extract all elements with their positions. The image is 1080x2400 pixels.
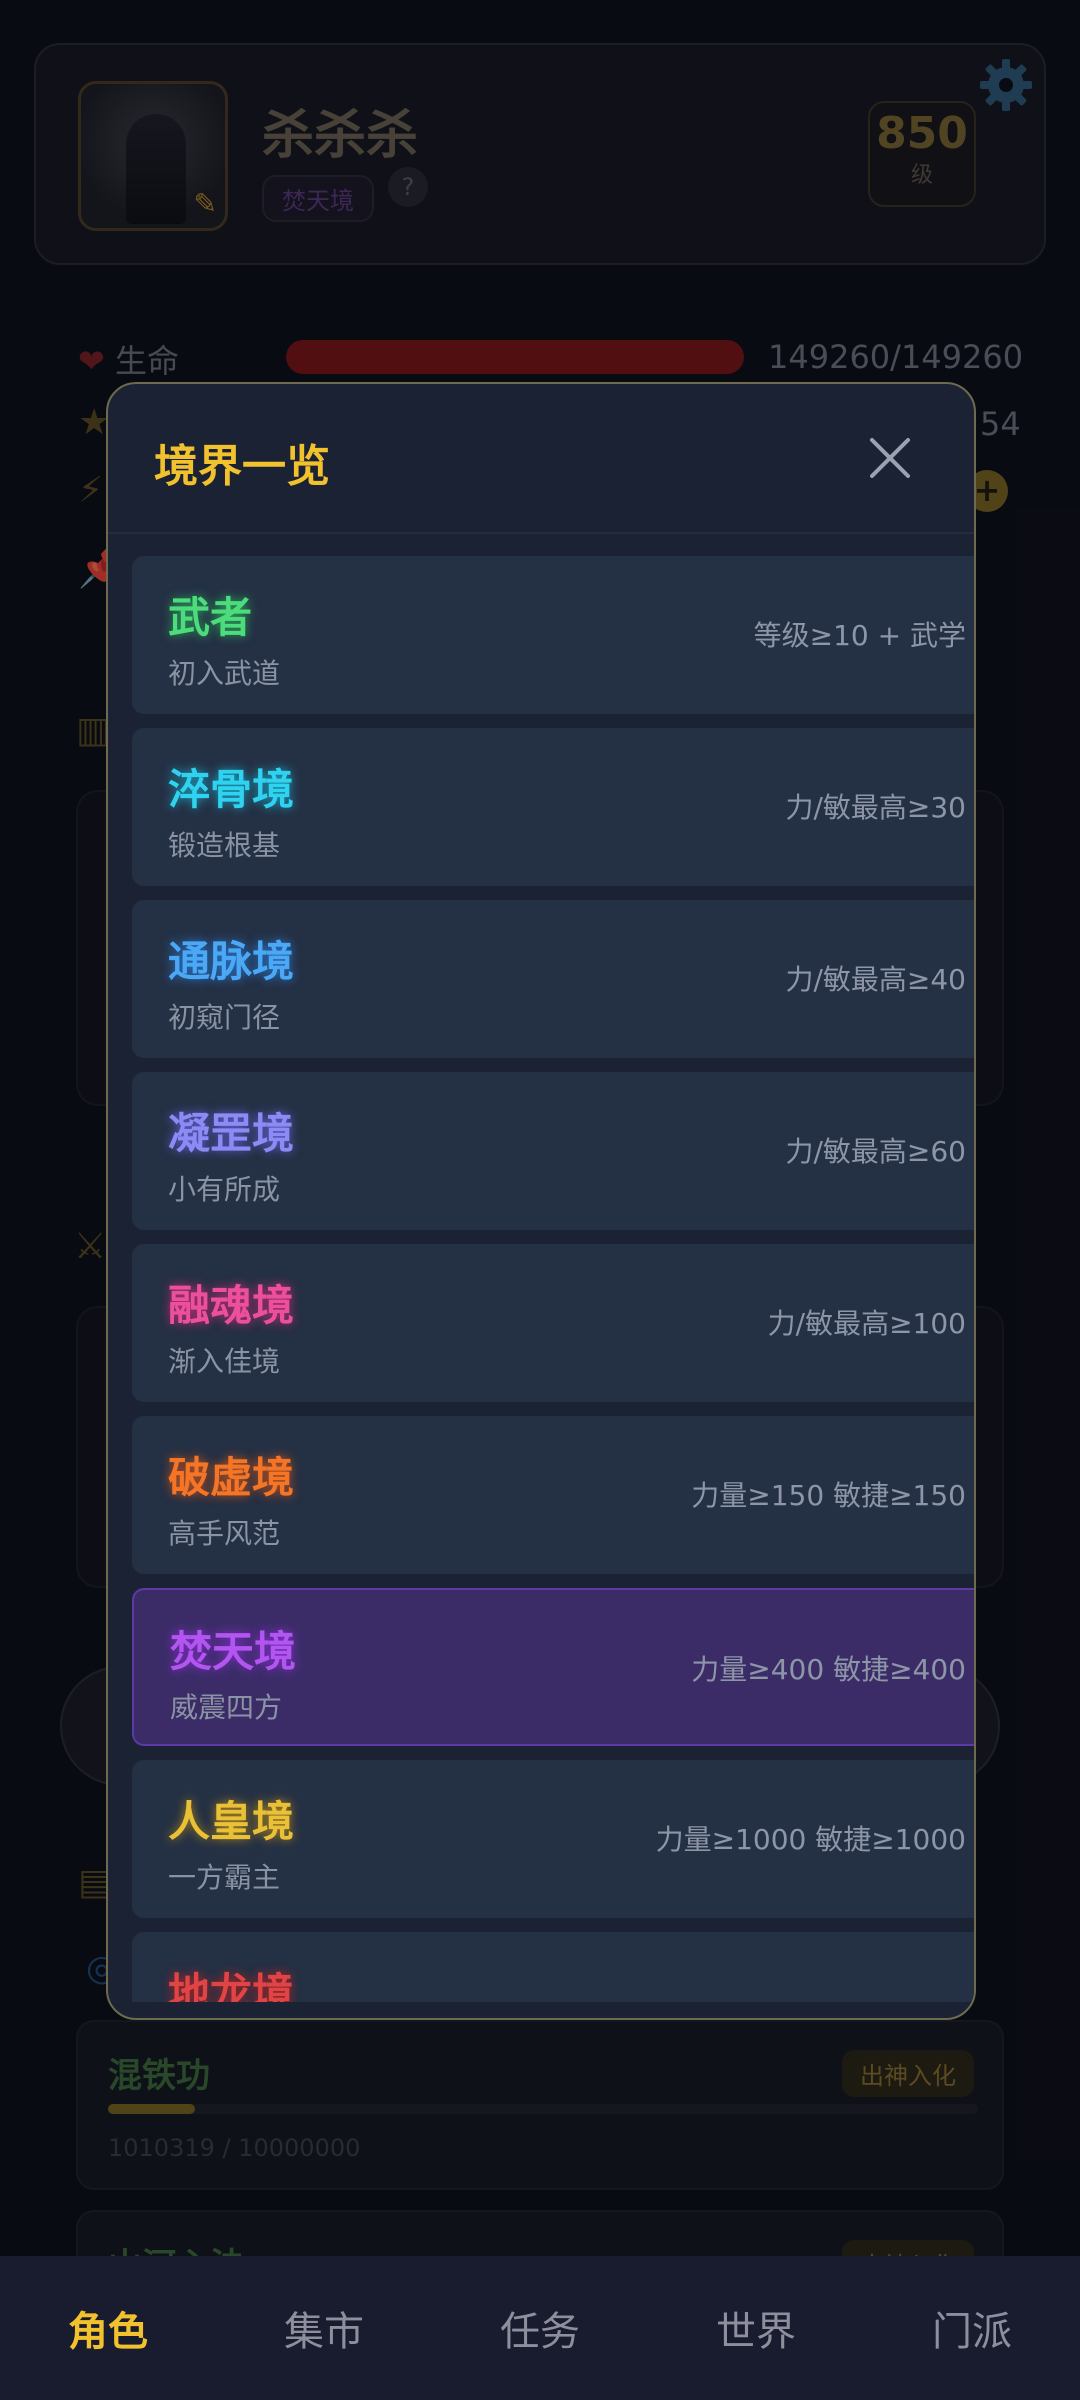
- realm-description: 小有所成: [168, 1173, 281, 1206]
- realm-description: 锻造根基: [168, 829, 281, 862]
- realm-name: 破虚境: [168, 1453, 295, 1502]
- nav-item[interactable]: 世界: [648, 2299, 864, 2357]
- realm-requirement: 力量≥150 敏捷≥150: [691, 1479, 966, 1512]
- realm-description: 威震四方: [170, 1691, 283, 1724]
- close-icon[interactable]: [862, 430, 918, 486]
- bottom-nav: 角色 集市 任务 世界 门派: [0, 2256, 1080, 2400]
- realm-description: 渐入佳境: [168, 1345, 281, 1378]
- modal-title: 境界一览: [154, 441, 330, 492]
- realm-description: 初窥门径: [168, 1001, 281, 1034]
- realm-name: 焚天境: [170, 1627, 297, 1676]
- nav-item[interactable]: 门派: [864, 2299, 1080, 2357]
- realm-name: 淬骨境: [168, 765, 295, 814]
- modal-header: 境界一览: [108, 384, 974, 534]
- realm-description: 一方霸主: [168, 1861, 281, 1894]
- realm-item[interactable]: 淬骨境锻造根基 力/敏最高≥30: [132, 728, 974, 886]
- realm-item[interactable]: 通脉境初窥门径 力/敏最高≥40: [132, 900, 974, 1058]
- realm-item[interactable]: 破虚境高手风范 力量≥150 敏捷≥150: [132, 1416, 974, 1574]
- realm-requirement: 力/敏最高≥100: [767, 1307, 966, 1340]
- realm-item[interactable]: 武者初入武道 等级≥10 + 武学: [132, 556, 974, 714]
- realm-requirement: 力量≥400 敏捷≥400: [691, 1653, 966, 1686]
- realm-name: 人皇境: [168, 1797, 295, 1846]
- realm-requirement: 力/敏最高≥40: [785, 963, 966, 996]
- realm-name: 通脉境: [168, 937, 295, 986]
- nav-item[interactable]: 任务: [432, 2299, 648, 2357]
- realm-description: 高手风范: [168, 1517, 281, 1550]
- realm-list[interactable]: 武者 初入武道 等级≥10 + 武学 淬骨境 锻造根基 力/敏最高≥30 通脉境 初窥门径 力/…: [132, 556, 974, 2002]
- realm-description: 初入武道: [168, 657, 281, 690]
- realm-name: 地龙境: [168, 1969, 295, 2002]
- realm-item[interactable]: 人皇境一方霸主 力量≥1000 敏捷≥1000: [132, 1760, 974, 1918]
- realm-item[interactable]: 地龙境: [132, 1932, 974, 2002]
- realm-name: 武者: [168, 593, 253, 642]
- nav-item[interactable]: 角色: [0, 2299, 216, 2357]
- realm-name: 凝罡境: [168, 1109, 295, 1158]
- realm-requirement: 等级≥10 + 武学: [753, 619, 966, 652]
- realm-requirement: 力量≥1000 敏捷≥1000: [655, 1823, 966, 1856]
- realm-name: 融魂境: [168, 1281, 295, 1330]
- realm-requirement: 力/敏最高≥30: [785, 791, 966, 824]
- realm-overview-modal: 境界一览 武者 初入武道 等级≥10 + 武学 淬骨境 锻造根基 力/敏最高≥30 通脉境初…: [106, 382, 976, 2020]
- realm-item-current[interactable]: 焚天境威震四方 力量≥400 敏捷≥400: [132, 1588, 974, 1746]
- nav-item[interactable]: 集市: [216, 2299, 432, 2357]
- realm-item[interactable]: 融魂境渐入佳境 力/敏最高≥100: [132, 1244, 974, 1402]
- realm-requirement: 力/敏最高≥60: [785, 1135, 966, 1168]
- realm-item[interactable]: 凝罡境小有所成 力/敏最高≥60: [132, 1072, 974, 1230]
